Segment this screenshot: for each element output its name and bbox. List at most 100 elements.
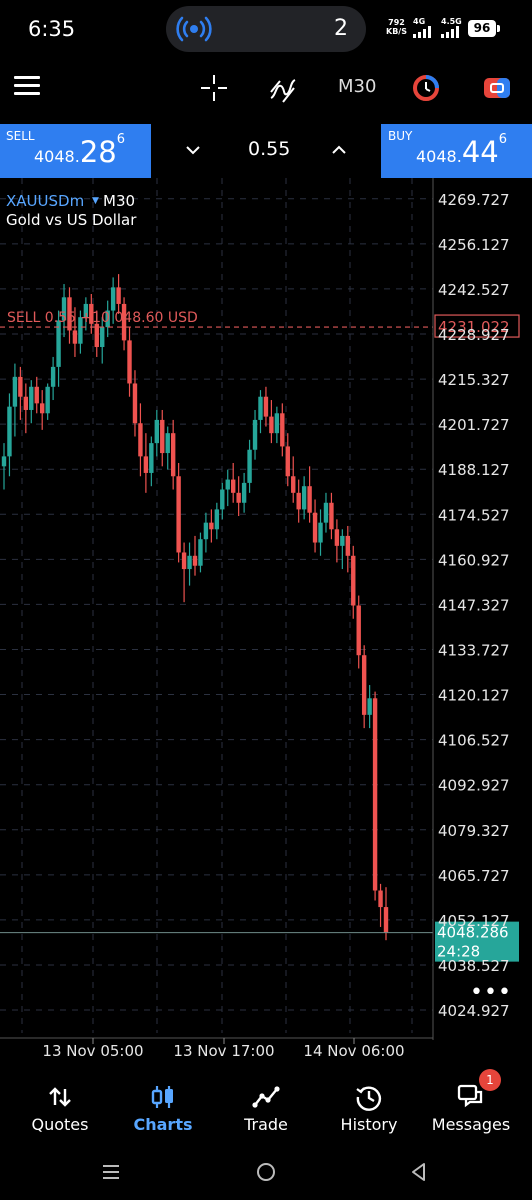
menu-icon[interactable] <box>14 76 40 96</box>
candle-body <box>198 539 203 566</box>
buy-price: 4048.446 <box>416 132 507 169</box>
price-tick-label: 4188.127 <box>438 461 510 479</box>
candle-body <box>220 489 225 510</box>
candle-body <box>165 433 170 454</box>
time-tick-label: 13 Nov 05:00 <box>42 1042 143 1060</box>
nav-trade[interactable]: Trade <box>213 1075 319 1145</box>
messages-badge: 1 <box>479 1069 501 1091</box>
caret-down-icon[interactable]: ▼ <box>92 196 99 206</box>
candle-body <box>340 535 345 546</box>
price-tick-label: 4256.127 <box>438 236 510 254</box>
chevron-down-icon[interactable] <box>185 142 201 158</box>
system-nav-bar <box>0 1145 532 1200</box>
buy-label: BUY <box>388 129 413 143</box>
price-tick-label: 4038.527 <box>438 957 510 975</box>
buy-button[interactable]: BUY 4048.446 <box>381 124 532 178</box>
recents-icon[interactable] <box>100 1161 122 1183</box>
symbol-name[interactable]: XAUUSDm <box>6 192 84 210</box>
price-tick-label: 4215.327 <box>438 371 510 389</box>
sell-price-main: 4048. <box>34 147 80 166</box>
candle-body <box>209 522 214 530</box>
candle-body <box>269 416 274 434</box>
chart-type-icon[interactable] <box>482 74 512 102</box>
candle-body <box>372 698 378 891</box>
status-bar: 6:35 2 792 KB/S 4G 4.5G 96 <box>0 0 532 60</box>
candle-body <box>318 522 323 543</box>
sell-button[interactable]: SELL 4048.286 <box>0 124 151 178</box>
nav-quotes[interactable]: Quotes <box>7 1075 113 1145</box>
nav-charts[interactable]: Charts <box>110 1075 216 1145</box>
candle-body <box>110 287 116 311</box>
price-tick-label: 4133.727 <box>438 641 510 659</box>
candle-body <box>23 396 29 410</box>
symbol-timeframe: M30 <box>103 192 136 210</box>
price-tick-label: 4092.927 <box>438 777 510 795</box>
signal-4g: 4G <box>413 17 433 38</box>
chart-area[interactable]: SELL 0.55 +10 048.60 USD 4231.022 4048.286… <box>0 178 532 1060</box>
network-speed: 792 KB/S <box>386 18 407 36</box>
candle-body <box>351 555 356 606</box>
chevron-up-icon[interactable] <box>331 142 347 158</box>
signal-bars-icon <box>441 26 461 38</box>
timeframe-button[interactable]: M30 <box>338 76 376 97</box>
network-type-1: 4G <box>413 17 426 26</box>
broadcast-icon <box>176 16 212 42</box>
candle-body <box>285 446 290 477</box>
time-tick-label: 14 Nov 06:00 <box>303 1042 404 1060</box>
price-tick-label: 4228.927 <box>438 326 510 344</box>
clock-icon[interactable] <box>412 74 440 102</box>
price-tick-label: 4201.727 <box>438 416 510 434</box>
candle-body <box>160 419 165 454</box>
candle-body <box>116 287 121 304</box>
buy-price-sup: 6 <box>498 132 507 147</box>
live-activity-pill[interactable]: 2 <box>166 6 366 52</box>
quotes-icon <box>49 1087 71 1107</box>
candle-body <box>72 330 78 344</box>
price-tick-label: 4079.327 <box>438 822 510 840</box>
candle-body <box>274 413 280 434</box>
more-options-icon[interactable]: ••• <box>470 980 512 1005</box>
bottom-nav: Quotes Charts Trade History Messages <box>0 1075 532 1145</box>
candle-body <box>361 655 367 715</box>
candle-body <box>252 419 258 450</box>
candle-body <box>231 479 236 493</box>
price-tick-label: 4106.527 <box>438 732 510 750</box>
candle-body <box>236 492 241 503</box>
candle-body <box>291 476 296 493</box>
nav-history[interactable]: History <box>316 1075 422 1145</box>
home-icon[interactable] <box>255 1161 277 1183</box>
candle-body <box>258 396 263 420</box>
price-tick-label: 4120.127 <box>438 687 510 705</box>
nav-messages[interactable]: Messages <box>418 1075 524 1145</box>
candle-body <box>170 433 176 477</box>
battery-tip <box>497 25 500 32</box>
candle-body <box>383 907 389 933</box>
candle-body <box>1 456 7 467</box>
crosshair-icon[interactable] <box>200 74 228 102</box>
back-icon[interactable] <box>408 1161 430 1183</box>
sell-price-big: 28 <box>79 135 117 169</box>
candle-body <box>149 443 154 473</box>
candle-body <box>127 340 132 384</box>
charts-icon <box>151 1086 173 1108</box>
candle-body <box>154 419 159 444</box>
sell-price: 4048.286 <box>34 132 125 169</box>
trade-icon <box>252 1086 280 1108</box>
price-tick-label: 4160.927 <box>438 551 510 569</box>
buy-price-main: 4048. <box>416 147 462 166</box>
nav-label: Quotes <box>31 1115 89 1134</box>
indicator-icon[interactable] <box>268 74 298 104</box>
candle-body <box>34 386 39 404</box>
candle-body <box>45 386 50 414</box>
candle-body <box>18 376 23 397</box>
signal-45g: 4.5G <box>441 17 462 38</box>
lot-selector: 0.55 <box>151 124 381 178</box>
candle-body <box>301 486 307 510</box>
candlestick-chart[interactable]: SELL 0.55 +10 048.60 USD 4231.0224048.286… <box>0 178 532 1060</box>
network-speed-unit: KB/S <box>386 27 407 36</box>
lot-value[interactable]: 0.55 <box>248 138 290 160</box>
candle-body <box>138 423 143 457</box>
price-tick-label: 4174.527 <box>438 506 510 524</box>
time-tick-label: 13 Nov 17:00 <box>173 1042 274 1060</box>
price-tick-label: 4052.127 <box>438 912 510 930</box>
